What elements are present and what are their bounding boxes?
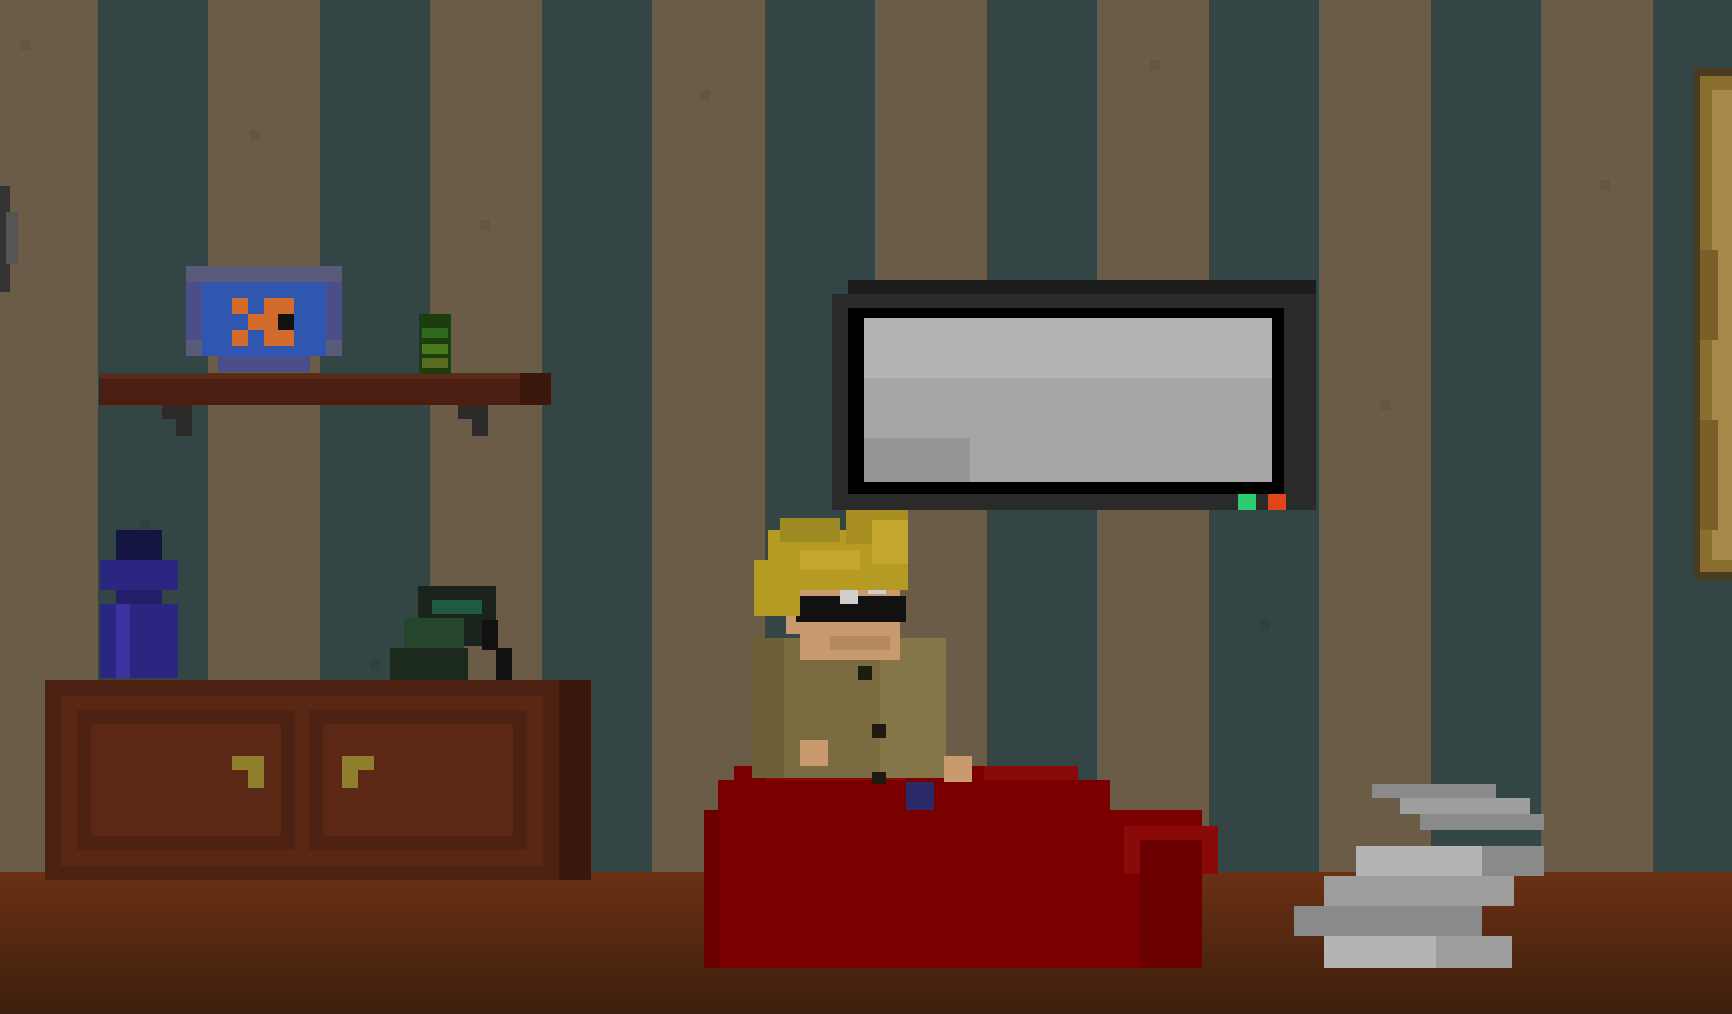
game-scene[interactable] [0, 0, 1732, 1014]
paper-stack[interactable] [0, 0, 1732, 1014]
